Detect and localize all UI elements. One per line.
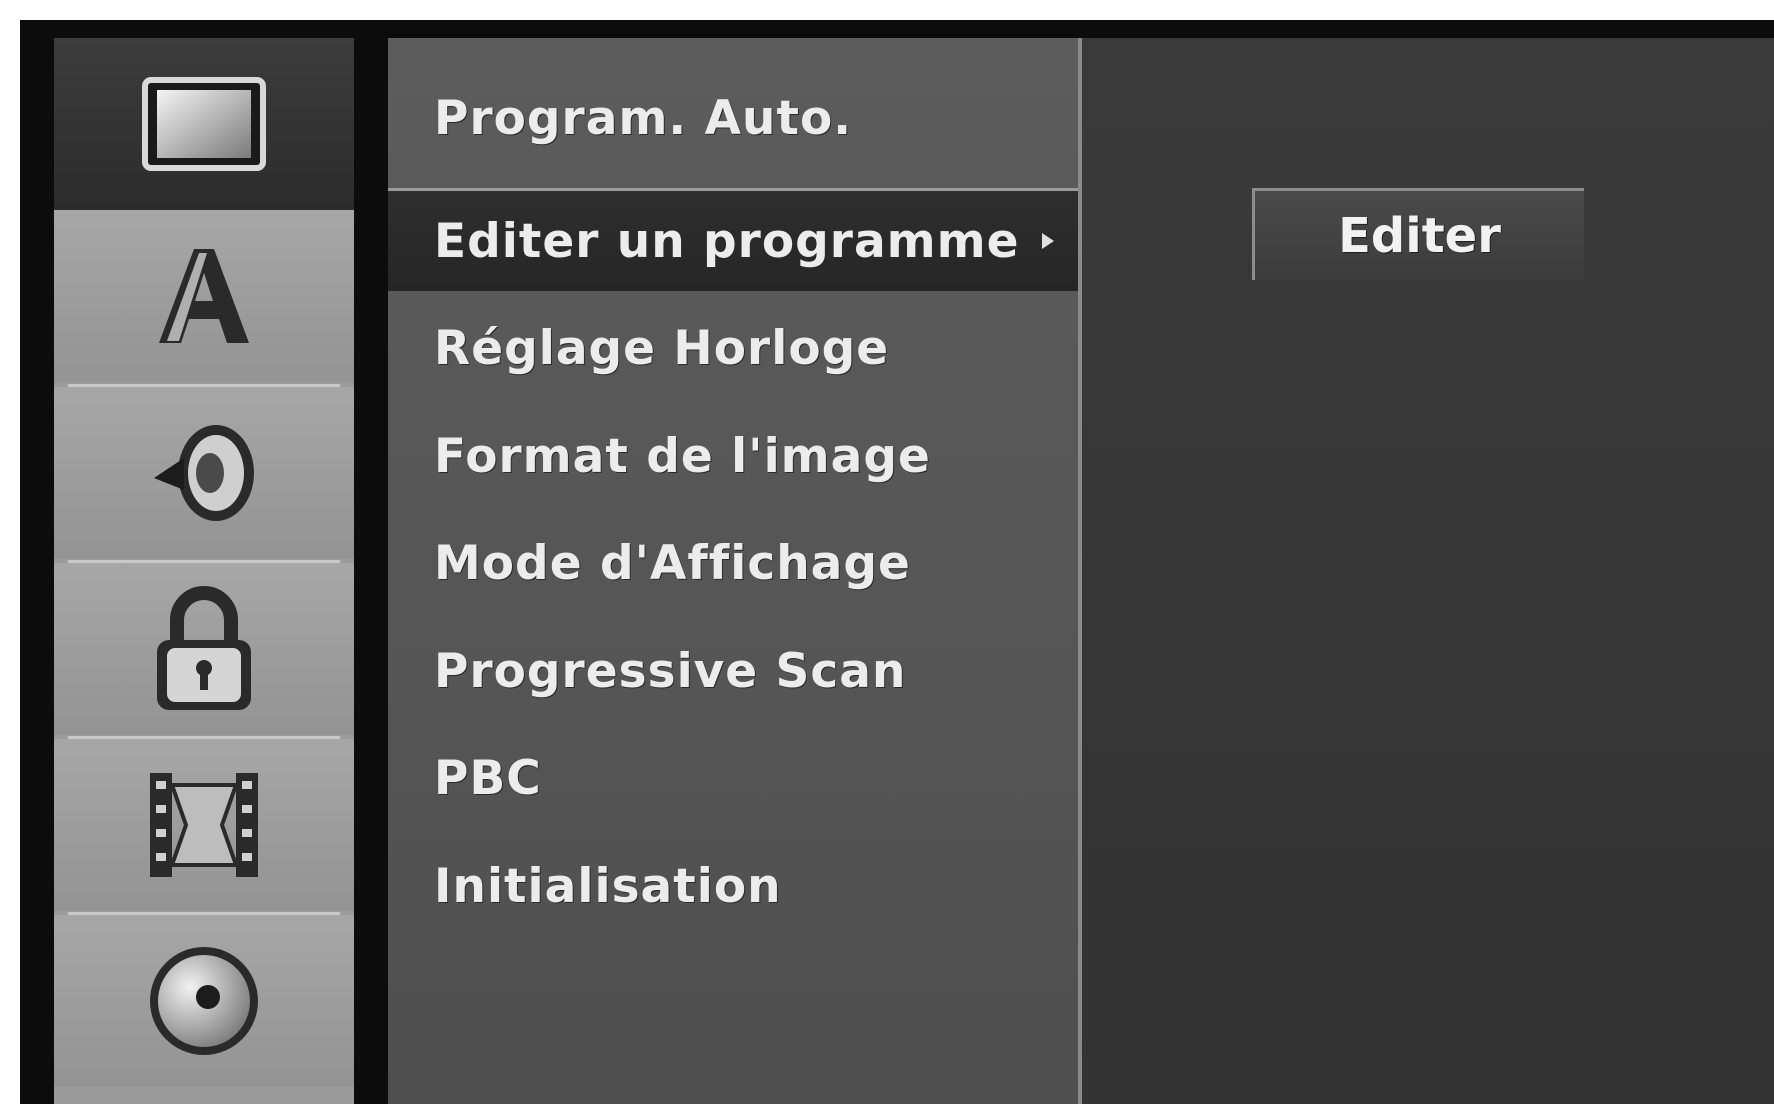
menu-item-label: Format de l'image [434,428,931,484]
menu-item-edit-program[interactable]: Editer un programme [388,191,1082,291]
edit-option-button[interactable]: Editer [1252,188,1584,280]
menu-item-label: Réglage Horloge [434,320,890,376]
menu-item-clock-setting[interactable]: Réglage Horloge [388,298,1082,398]
menu-item-picture-format[interactable]: Format de l'image [388,406,1082,506]
category-general-tv[interactable] [54,38,354,210]
menu-item-label: PBC [434,750,542,806]
settings-menu: Program. Auto. Editer un programme Régla… [388,38,1082,1104]
film-recording-icon [150,773,258,877]
menu-item-label: Initialisation [434,858,782,914]
language-letter-a-icon [159,249,249,343]
menu-item-label: Mode d'Affichage [434,535,911,591]
category-audio[interactable] [54,387,354,559]
option-button-label: Editer [1338,207,1501,264]
padlock-icon [157,586,251,710]
menu-item-program-auto[interactable]: Program. Auto. [388,38,1082,188]
category-disc[interactable] [54,915,354,1087]
audio-speaker-icon [154,425,254,521]
disc-icon [150,947,258,1055]
category-sidebar [54,38,354,1104]
menu-item-initialisation[interactable]: Initialisation [388,836,1082,936]
category-language[interactable] [54,210,354,382]
menu-item-pbc[interactable]: PBC [388,728,1082,828]
menu-item-label: Program. Auto. [434,90,853,146]
tv-screen-icon [142,77,266,171]
category-recording[interactable] [54,739,354,911]
menu-item-label: Editer un programme [434,213,1020,269]
category-lock[interactable] [54,563,354,735]
menu-item-progressive-scan[interactable]: Progressive Scan [388,621,1082,721]
menu-item-label: Progressive Scan [434,643,907,699]
submenu-arrow-icon [1042,233,1054,249]
menu-item-display-mode[interactable]: Mode d'Affichage [388,513,1082,613]
